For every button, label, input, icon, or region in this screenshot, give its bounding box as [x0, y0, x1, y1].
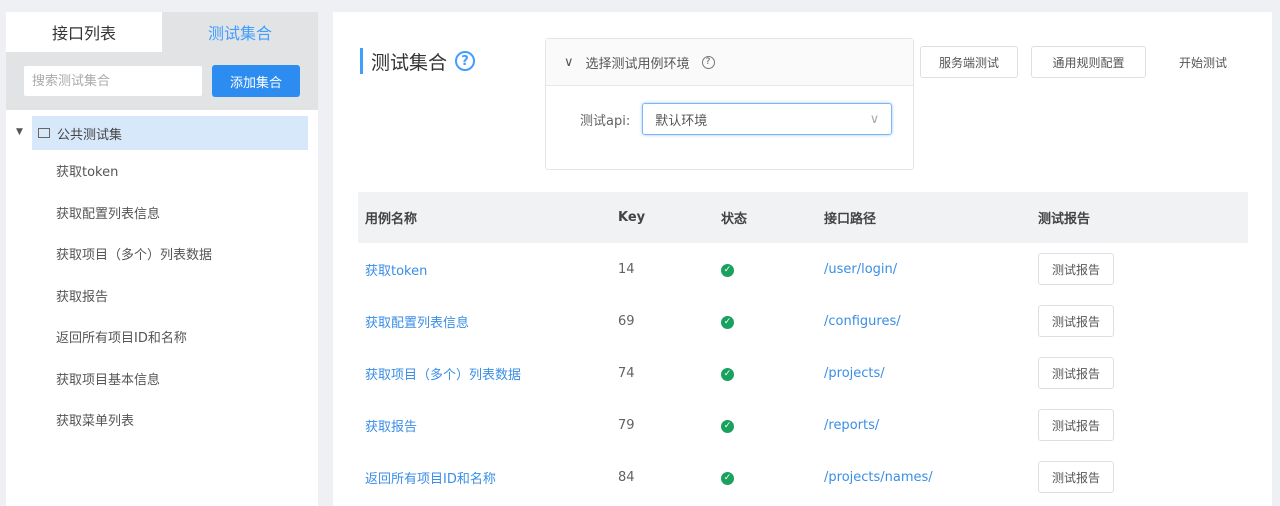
test-report-button[interactable]: 测试报告: [1038, 409, 1114, 441]
chevron-down-icon: ∨: [564, 54, 574, 70]
api-path-link[interactable]: /configures/: [824, 295, 1038, 347]
chevron-down-icon: ∨: [869, 111, 880, 127]
table-row: 获取项目（多个）列表数据 74 ✓ /projects/ 测试报告: [358, 347, 1248, 399]
col-status: 状态: [721, 192, 824, 243]
caret-down-icon[interactable]: ▼: [16, 127, 23, 137]
tree-leaf[interactable]: 获取配置列表信息: [6, 192, 318, 234]
col-report: 测试报告: [1038, 192, 1248, 243]
env-select[interactable]: 默认环境 ∨: [642, 103, 893, 135]
env-header-text: 选择测试用例环境: [585, 56, 690, 72]
tree-leaf[interactable]: 获取项目基本信息: [6, 358, 318, 400]
tree-leaf[interactable]: 返回所有项目ID和名称: [6, 316, 318, 358]
case-key: 79: [618, 417, 635, 433]
col-path: 接口路径: [824, 192, 1038, 243]
table-row: 获取token 14 ✓ /user/login/ 测试报告: [358, 243, 1248, 295]
case-key: 74: [618, 365, 635, 381]
case-key: 14: [618, 261, 635, 277]
collection-tree: ▼ 公共测试集 获取token 获取配置列表信息 获取项目（多个）列表数据 获取报告返…: [6, 110, 318, 441]
api-path-link[interactable]: /reports/: [824, 399, 1038, 451]
left-panel: 接口列表 测试集合 添加集合 ▼ 公共测试集 获取token获取配置列表信息获取…: [6, 12, 318, 506]
check-circle-icon: ✓: [721, 264, 734, 277]
col-name: 用例名称: [358, 192, 618, 243]
rules-config-button[interactable]: 通用规则配置: [1031, 46, 1146, 78]
tree-leaf[interactable]: 获取菜单列表: [6, 399, 318, 441]
tree-leaf[interactable]: 获取token: [6, 150, 318, 192]
case-key: 84: [618, 469, 635, 485]
test-report-button[interactable]: 测试报告: [1038, 357, 1114, 389]
help-icon[interactable]: ?: [455, 51, 476, 71]
env-panel-header[interactable]: ∨ 选择测试用例环境 ?: [546, 39, 913, 86]
case-name-link[interactable]: 获取报告: [358, 399, 618, 451]
folder-icon: [38, 128, 50, 138]
help-icon[interactable]: ?: [701, 55, 715, 69]
add-collection-button[interactable]: 添加集合: [212, 65, 300, 97]
case-name-link[interactable]: 返回所有项目ID和名称: [358, 451, 618, 503]
table-row: 获取报告 79 ✓ /reports/ 测试报告: [358, 399, 1248, 451]
check-circle-icon: ✓: [721, 368, 734, 381]
check-circle-icon: ✓: [721, 472, 734, 485]
main-panel: 测试集合 ? ∨ 选择测试用例环境 ? 测试api: 默认环境 ∨ 服务端测试 …: [333, 12, 1272, 506]
case-name-link[interactable]: 获取项目（多个）列表数据: [358, 347, 618, 399]
env-panel: ∨ 选择测试用例环境 ? 测试api: 默认环境 ∨: [545, 38, 914, 170]
col-key: Key: [618, 192, 721, 243]
test-report-button[interactable]: 测试报告: [1038, 305, 1114, 337]
search-input[interactable]: [24, 66, 202, 96]
case-key: 69: [618, 313, 635, 329]
tree-node-label: 公共测试集: [57, 127, 123, 143]
tree-leaf[interactable]: 获取项目（多个）列表数据: [6, 233, 318, 275]
table-row: 获取配置列表信息 69 ✓ /configures/ 测试报告: [358, 295, 1248, 347]
case-name-link[interactable]: 获取token: [358, 243, 618, 295]
tree-node-public[interactable]: 公共测试集: [32, 116, 308, 150]
check-circle-icon: ✓: [721, 316, 734, 329]
start-test-button[interactable]: 开始测试: [1159, 46, 1247, 78]
tree-leaf[interactable]: 获取报告: [6, 275, 318, 317]
api-path-link[interactable]: /projects/: [824, 347, 1038, 399]
api-path-link[interactable]: /projects/names/: [824, 451, 1038, 503]
page-title: 测试集合 ?: [360, 48, 476, 74]
table-row: 返回所有项目ID和名称 84 ✓ /projects/names/ 测试报告: [358, 451, 1248, 503]
check-circle-icon: ✓: [721, 420, 734, 433]
case-name-link[interactable]: 获取配置列表信息: [358, 295, 618, 347]
test-report-button[interactable]: 测试报告: [1038, 253, 1114, 285]
tab-api-list[interactable]: 接口列表: [6, 12, 162, 52]
env-select-value: 默认环境: [655, 113, 708, 129]
test-case-table: 用例名称 Key 状态 接口路径 测试报告 获取token 14 ✓ /user…: [358, 192, 1248, 503]
env-label: 测试api:: [580, 113, 631, 129]
test-report-button[interactable]: 测试报告: [1038, 461, 1114, 493]
server-test-button[interactable]: 服务端测试: [920, 46, 1018, 78]
tab-test-collection[interactable]: 测试集合: [162, 12, 318, 52]
api-path-link[interactable]: /user/login/: [824, 243, 1038, 295]
search-bar: 添加集合: [6, 52, 318, 110]
tabs: 接口列表 测试集合: [6, 12, 318, 52]
page-title-text: 测试集合: [371, 51, 448, 74]
